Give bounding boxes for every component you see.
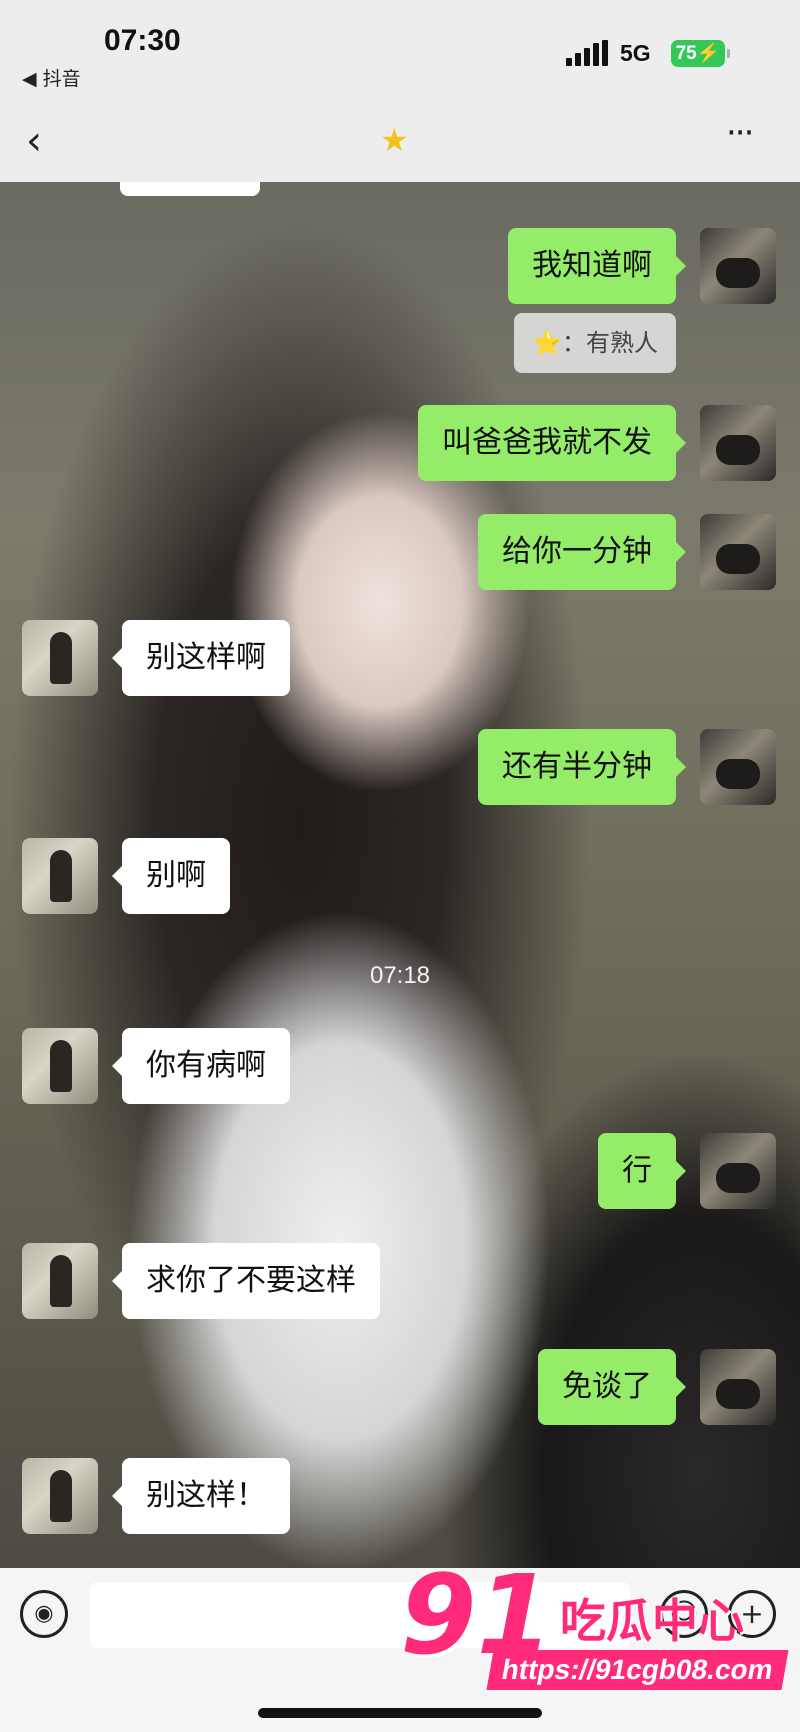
chevron-left-icon[interactable]: ‹ — [26, 121, 42, 161]
my-avatar[interactable] — [700, 729, 776, 805]
my-avatar[interactable] — [700, 1349, 776, 1425]
contact-avatar[interactable] — [22, 1028, 98, 1104]
status-time: 07:30 — [104, 24, 181, 57]
status-bar: 07:30 ◀ 抖音 5G 75⚡ — [0, 0, 800, 105]
quoted-text: ：有熟人 — [562, 329, 658, 357]
watermark-url: https://91cgb08.com — [486, 1650, 789, 1690]
message-timestamp: 07:18 — [369, 962, 431, 989]
network-type: 5G — [620, 40, 651, 66]
voice-icon[interactable]: ◉ — [20, 1590, 68, 1638]
message-bubble-mine[interactable]: 免谈了 — [538, 1349, 686, 1425]
message-bubble-mine[interactable]: 行 — [598, 1133, 686, 1209]
message-bubble-mine[interactable]: 还有半分钟 — [478, 729, 686, 805]
star-icon: ★ — [380, 121, 409, 159]
my-avatar[interactable] — [700, 405, 776, 481]
watermark-name: 吃瓜中心 — [560, 1594, 744, 1648]
message-bubble-mine[interactable]: 叫爸爸我就不发 — [418, 405, 686, 481]
contact-avatar[interactable] — [22, 620, 98, 696]
message-bubble-other[interactable]: 求你了不要这样 — [112, 1243, 380, 1319]
message-bubble-other[interactable]: 别啊 — [112, 838, 230, 914]
chat-message-list[interactable]: 我知道啊 ⭐：有熟人 叫爸爸我就不发 给你一分钟 别这样啊 还有半分钟 别啊 0… — [0, 182, 800, 1568]
contact-avatar[interactable] — [22, 838, 98, 914]
home-indicator[interactable] — [258, 1708, 542, 1718]
star-icon: ⭐ — [532, 329, 562, 357]
quoted-message[interactable]: ⭐：有熟人 — [514, 313, 676, 373]
my-avatar[interactable] — [700, 1133, 776, 1209]
my-avatar[interactable] — [700, 228, 776, 304]
battery-icon: 75⚡ — [671, 40, 730, 67]
message-bubble-mine[interactable]: 我知道啊 — [508, 228, 686, 304]
message-bubble-other[interactable]: 别这样啊 — [112, 620, 290, 696]
message-bubble-other[interactable]: 别这样！ — [112, 1458, 290, 1534]
more-dots-icon[interactable]: ··· — [726, 113, 754, 153]
contact-avatar[interactable] — [22, 1458, 98, 1534]
message-bubble-other[interactable]: 你有病啊 — [112, 1028, 290, 1104]
chat-header: ‹ ★ ··· — [0, 105, 800, 182]
my-avatar[interactable] — [700, 514, 776, 590]
message-bubble-mine[interactable]: 给你一分钟 — [478, 514, 686, 590]
signal-icon — [566, 40, 608, 66]
clipped-message-bubble — [120, 182, 260, 196]
back-to-app-link[interactable]: ◀ 抖音 — [22, 64, 81, 91]
contact-avatar[interactable] — [22, 1243, 98, 1319]
battery-level: 75 — [675, 43, 697, 64]
